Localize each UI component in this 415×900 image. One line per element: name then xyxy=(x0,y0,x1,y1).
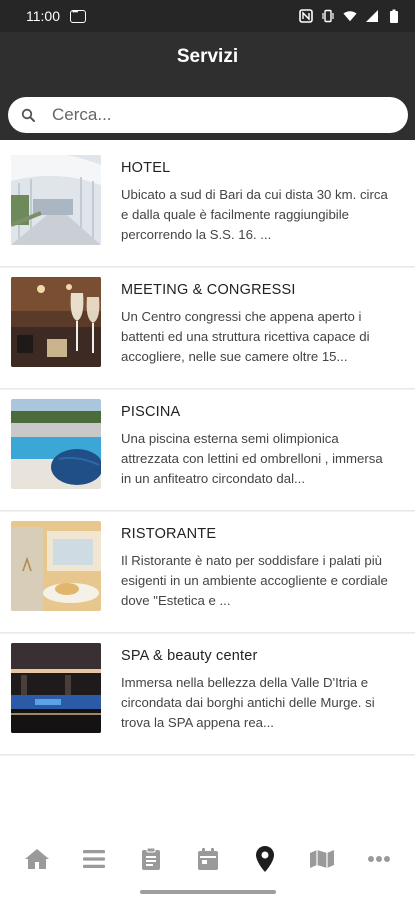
list-item[interactable]: MEETING & CONGRESSI Un Centro congressi … xyxy=(0,268,415,389)
status-icons xyxy=(299,9,401,23)
status-bar: 11:00 xyxy=(0,0,415,32)
list-item[interactable]: HOTEL Ubicato a sud di Bari da cui dista… xyxy=(0,146,415,267)
service-title: SPA & beauty center xyxy=(121,648,258,664)
list-item[interactable]: SPA & beauty center Immersa nella bellez… xyxy=(0,634,415,755)
service-description: Il Ristorante è nato per soddisfare i pa… xyxy=(121,553,388,608)
battery-icon xyxy=(387,9,401,23)
signal-icon xyxy=(365,9,379,23)
service-description: Ubicato a sud di Bari da cui dista 30 km… xyxy=(121,187,388,242)
nav-location[interactable] xyxy=(245,839,285,879)
menu-icon xyxy=(82,850,105,868)
app-header: Servizi xyxy=(0,32,415,140)
nav-menu[interactable] xyxy=(74,839,114,879)
list-item[interactable]: PISCINA Una piscina esterna semi olimpio… xyxy=(0,390,415,511)
service-title: RISTORANTE xyxy=(121,526,217,542)
spa-thumbnail xyxy=(11,643,101,733)
nav-home[interactable] xyxy=(17,839,57,879)
search-icon xyxy=(8,108,48,122)
wifi-icon xyxy=(343,9,357,23)
home-indicator[interactable] xyxy=(140,890,276,894)
service-title: HOTEL xyxy=(121,160,171,176)
vibrate-icon xyxy=(321,9,335,23)
map-icon xyxy=(309,850,334,868)
service-description: Un Centro congressi che appena aperto i … xyxy=(121,309,370,364)
nav-more[interactable] xyxy=(359,839,399,879)
nav-clipboard[interactable] xyxy=(131,839,171,879)
nav-map[interactable] xyxy=(302,839,342,879)
service-title: PISCINA xyxy=(121,404,181,420)
hotel-thumbnail xyxy=(11,155,101,245)
location-pin-icon xyxy=(255,846,274,872)
nfc-icon xyxy=(299,9,313,23)
status-time: 11:00 xyxy=(26,8,60,24)
page-title: Servizi xyxy=(176,46,239,67)
service-description: Una piscina esterna semi olimpionica att… xyxy=(121,431,383,486)
notification-icon xyxy=(70,7,86,23)
services-list: HOTEL Ubicato a sud di Bari da cui dista… xyxy=(0,146,415,756)
nav-calendar[interactable] xyxy=(188,839,228,879)
list-item[interactable]: RISTORANTE Il Ristorante è nato per sodd… xyxy=(0,512,415,633)
bottom-navigation xyxy=(0,830,415,888)
clipboard-icon xyxy=(141,847,160,870)
pool-thumbnail xyxy=(11,399,101,489)
search-bar[interactable] xyxy=(8,97,408,133)
calendar-icon xyxy=(197,848,218,870)
service-title: MEETING & CONGRESSI xyxy=(121,282,296,298)
restaurant-thumbnail xyxy=(11,521,101,611)
home-icon xyxy=(24,849,49,869)
more-icon xyxy=(367,856,390,862)
meeting-thumbnail xyxy=(11,277,101,367)
service-description: Immersa nella bellezza della Valle D'Itr… xyxy=(121,675,375,730)
search-input[interactable] xyxy=(52,105,382,125)
